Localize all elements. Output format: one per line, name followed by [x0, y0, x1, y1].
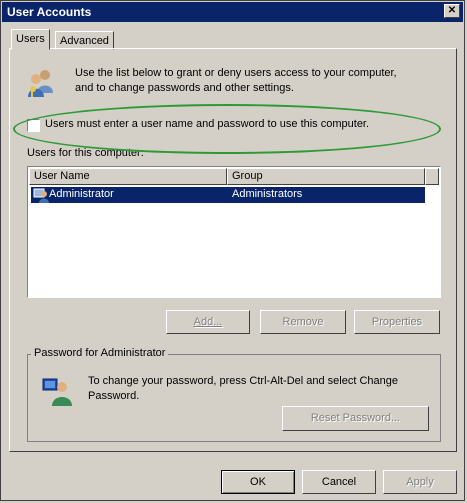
properties-button[interactable]: Properties — [354, 310, 440, 334]
title-bar[interactable]: User Accounts ✕ — [2, 2, 463, 22]
ok-button-label: OK — [250, 476, 266, 488]
user-password-icon — [42, 378, 72, 406]
tab-advanced-label: Advanced — [60, 35, 109, 47]
table-row[interactable]: Administrator Administrators — [31, 187, 425, 203]
remove-button-label: Remove — [282, 316, 324, 328]
apply-button[interactable]: Apply — [383, 470, 457, 494]
reset-password-button[interactable]: Reset Password... — [282, 406, 429, 431]
must-enter-password-label[interactable]: Users must enter a user name and passwor… — [45, 118, 369, 130]
user-icon — [33, 188, 49, 203]
ok-button[interactable]: OK — [221, 470, 295, 494]
close-icon: ✕ — [447, 5, 457, 16]
user-name-cell: Administrator — [49, 188, 114, 200]
remove-button[interactable]: Remove — [260, 310, 346, 334]
reset-password-label: Reset Password... — [310, 412, 401, 424]
close-button[interactable]: ✕ — [444, 4, 460, 18]
column-header-filler — [425, 168, 439, 185]
users-list-label: Users for this computer: — [27, 147, 144, 159]
column-header-group[interactable]: Group — [227, 168, 425, 185]
users-listview[interactable]: User Name Group Administrator Administra… — [27, 166, 441, 298]
cancel-button-label: Cancel — [321, 476, 357, 488]
user-group-cell: Administrators — [232, 188, 303, 200]
add-button[interactable]: Add... — [166, 310, 250, 334]
tab-users-label: Users — [16, 33, 45, 45]
column-header-user-name[interactable]: User Name — [29, 168, 227, 185]
tab-users[interactable]: Users — [11, 29, 50, 50]
password-instructions: To change your password, press Ctrl-Alt-… — [88, 375, 398, 402]
users-icon — [28, 70, 53, 97]
password-group-legend: Password for Administrator — [31, 347, 169, 359]
window-title: User Accounts — [7, 5, 92, 19]
user-accounts-window: User Accounts ✕ Users Advanced Use the l… — [0, 0, 465, 501]
properties-button-label: Properties — [371, 316, 423, 328]
apply-button-label: Apply — [406, 476, 434, 488]
add-button-label: Add... — [193, 316, 223, 328]
cancel-button[interactable]: Cancel — [302, 470, 376, 494]
must-enter-password-checkbox[interactable] — [27, 119, 40, 132]
intro-text: Use the list below to grant or deny user… — [75, 67, 397, 94]
